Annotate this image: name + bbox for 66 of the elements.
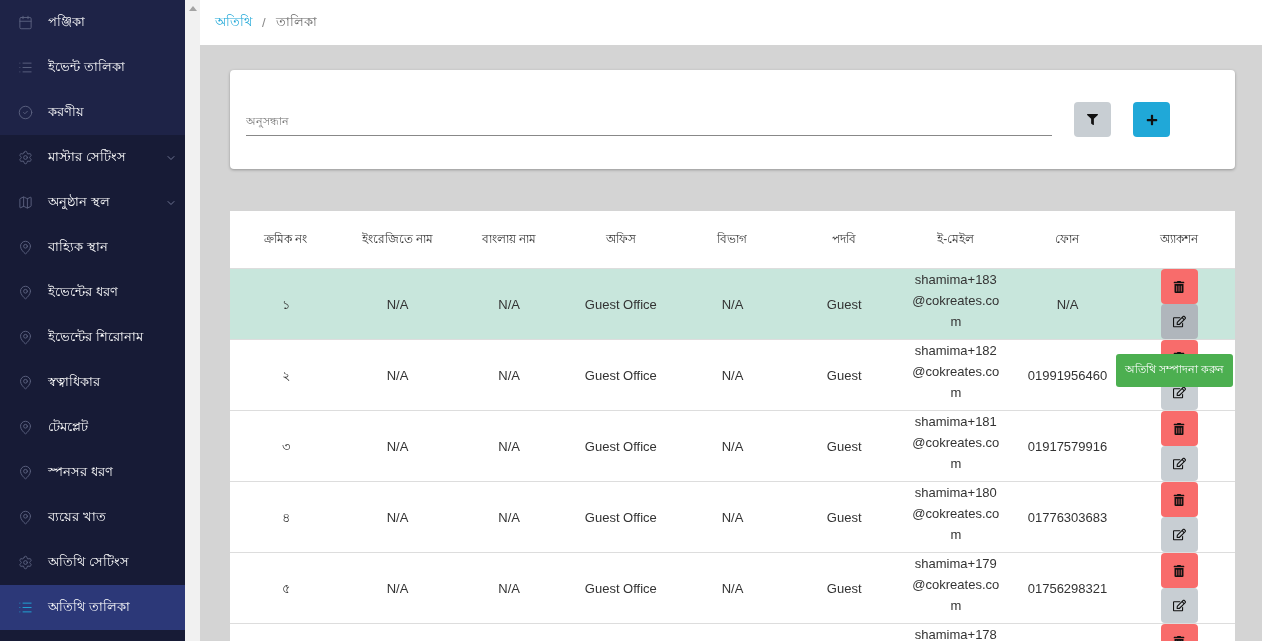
table-cell-text: 01991956460 <box>1026 366 1109 385</box>
table-cell-text: Guest <box>825 437 863 456</box>
sidebar-label: মাস্টার সেটিংস <box>48 148 127 166</box>
table-cell-text: N/A <box>385 295 410 314</box>
table-cell-text: N/A <box>385 508 410 527</box>
table-cell-text: Guest Office <box>583 437 658 456</box>
tooltip: অতিথি সম্পাদনা করুন <box>1116 354 1234 387</box>
table-cell-text: Guest Office <box>583 295 658 314</box>
column-header: বাংলায় নাম <box>481 230 538 248</box>
table-cell-text: N/A <box>385 366 410 385</box>
sidebar-label: পঞ্জিকা <box>48 13 86 31</box>
column-header: ক্রমিক নং <box>263 230 309 248</box>
column-header: পদবি <box>831 230 858 248</box>
table-cell-text: 01776303683 <box>1026 508 1109 527</box>
table-cell-text: shamima+179@cokreates.com <box>911 555 1001 615</box>
table-cell-text: N/A <box>720 508 745 527</box>
sidebar-label: বাহ্যিক স্থান <box>48 238 109 256</box>
table-cell-text: N/A <box>385 579 410 598</box>
table-cell-text: shamima+180@cokreates.com <box>911 484 1001 544</box>
sidebar-label: ইভেন্টের শিরোনাম <box>48 328 145 346</box>
column-header: বিভাগ <box>716 230 749 248</box>
table-cell-text: N/A <box>497 437 521 456</box>
table-cell-text: Guest Office <box>583 366 658 385</box>
table-cell-text: N/A <box>497 579 521 598</box>
sidebar-label: ব্যয়ের খাত <box>48 508 107 526</box>
table-cell-text: N/A <box>720 437 745 456</box>
table-cell-text: ১ <box>280 295 291 314</box>
table-cell-text: Guest <box>825 508 863 527</box>
table-cell-text: ৫ <box>280 579 291 598</box>
column-header: অ্যাকশন <box>1159 230 1200 248</box>
table-cell-text: N/A <box>385 437 410 456</box>
table-cell-text: 01756298321 <box>1026 579 1109 598</box>
sidebar-label: স্বত্বাধিকার <box>48 373 102 391</box>
table-cell-text: ৩ <box>280 437 291 456</box>
column-header: ফোন <box>1054 230 1081 248</box>
sidebar-label: অনুষ্ঠান স্থল <box>48 193 111 212</box>
sidebar-label: ইভেন্ট তালিকা <box>48 58 126 76</box>
table-cell-text: N/A <box>720 295 745 314</box>
table-cell-text: Guest Office <box>583 579 658 598</box>
table-cell-text: Guest Office <box>583 508 658 527</box>
table-cell-text: ২ <box>280 366 291 385</box>
table-cell-text: shamima+182@cokreates.com <box>911 342 1001 402</box>
table-cell-text: Guest <box>825 579 863 598</box>
sidebar-label: স্পনসর ধরণ <box>48 463 114 481</box>
table-cell-text: shamima+181@cokreates.com <box>911 413 1001 473</box>
table-cell-text: N/A <box>1055 295 1080 314</box>
table-cell-text: 01917579916 <box>1026 437 1109 456</box>
sidebar-label: অতিথি সেটিংস <box>48 553 130 571</box>
table-cell-text: ৪ <box>280 508 291 527</box>
table-cell-text: N/A <box>497 366 521 385</box>
table-cell-text: N/A <box>497 508 521 527</box>
sidebar-label: টেমপ্লেট <box>48 418 89 436</box>
table-cell-text: Guest <box>825 366 863 385</box>
column-header: ইংরেজিতে নাম <box>360 230 435 248</box>
column-header: ই-মেইল <box>936 230 976 248</box>
table-cell-text: Guest <box>825 295 863 314</box>
table-cell-text: shamima+178 <box>913 626 998 641</box>
table-cell-text: shamima+183@cokreates.com <box>911 271 1001 331</box>
sidebar-label: অতিথি তালিকা <box>48 598 131 616</box>
sidebar-label: করণীয় <box>48 103 85 121</box>
column-header: অফিস <box>604 230 637 248</box>
breadcrumb-separator: / <box>262 15 266 30</box>
sidebar-label: ইভেন্টের ধরণ <box>48 283 119 301</box>
table-cell-text: N/A <box>497 295 521 314</box>
table-cell-text: N/A <box>720 579 745 598</box>
table-cell-text: N/A <box>720 366 745 385</box>
